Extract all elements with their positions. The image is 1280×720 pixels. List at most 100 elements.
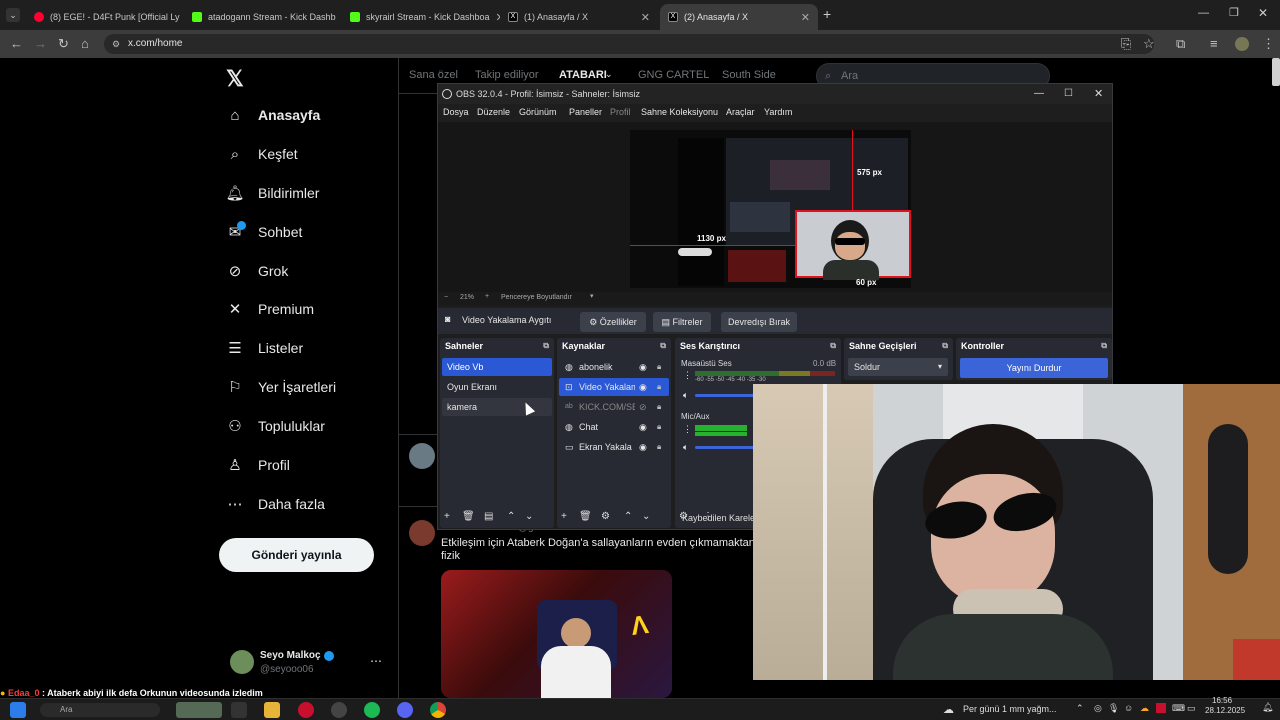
nav-item-home[interactable]: ⌂ Anasayfa xyxy=(226,106,320,124)
dock-undock-icon[interactable]: ⧉ xyxy=(942,341,948,351)
visibility-eye-icon[interactable]: ◉ xyxy=(639,438,647,456)
browser-tab-1[interactable]: (8) EGE! - D4Ft Punk [Official Ly ✕ xyxy=(26,4,184,30)
menu-tools[interactable]: Araçlar xyxy=(726,107,755,117)
taskbar-search[interactable]: Ara xyxy=(40,703,160,717)
close-tab-icon[interactable]: ✕ xyxy=(641,11,650,24)
install-app-icon[interactable]: ⎘ xyxy=(1121,36,1131,52)
stop-streaming-button[interactable]: Yayını Durdur xyxy=(960,358,1108,378)
scene-filters-icon[interactable]: ▤ xyxy=(484,511,493,522)
post-button[interactable]: Gönderi yayınla xyxy=(219,538,374,572)
microphone-icon[interactable]: 🎙︎ xyxy=(1108,703,1119,714)
system-tray-chevron-icon[interactable]: ⌃ xyxy=(1076,703,1084,714)
source-item[interactable]: ◍ abonelik ◉ 🔒︎ xyxy=(559,358,669,376)
browser-tab-5-active[interactable]: X (2) Anasayfa / X ✕ xyxy=(660,4,818,30)
feed-tab-list[interactable]: GNG CARTEL xyxy=(638,69,709,81)
move-up-icon[interactable]: ⌃ xyxy=(507,511,515,522)
visibility-eye-icon[interactable]: ◉ xyxy=(639,358,647,376)
nav-item-profile[interactable]: ♙ Profil xyxy=(226,456,290,474)
dock-undock-icon[interactable]: ⧉ xyxy=(830,341,836,351)
site-info-icon[interactable]: ⚙ xyxy=(112,34,120,54)
source-item[interactable]: ▭ Ekran Yakala ◉ 🔒︎ xyxy=(559,438,669,456)
media-control-icon[interactable]: ≡ xyxy=(1210,36,1218,51)
dock-undock-icon[interactable]: ⧉ xyxy=(1101,341,1107,351)
lock-icon[interactable]: 🔒︎ xyxy=(657,438,661,456)
menu-edit[interactable]: Düzenle xyxy=(477,107,510,117)
opera-gx-icon[interactable] xyxy=(298,702,314,718)
feed-tab-for-you[interactable]: Sana özel xyxy=(409,69,458,81)
visibility-eye-icon[interactable]: ◉ xyxy=(639,378,647,396)
nav-item-notifications[interactable]: 🔔︎ Bildirimler xyxy=(225,184,319,202)
visibility-hidden-icon[interactable]: ⊘ xyxy=(639,398,647,416)
lock-icon[interactable]: 🔒︎ xyxy=(657,398,661,416)
nav-item-more[interactable]: ⋯ Daha fazla xyxy=(226,495,325,513)
remove-source-icon[interactable]: 🗑︎ xyxy=(579,511,592,522)
clock-date[interactable]: 28.12.2025 xyxy=(1205,706,1245,715)
channel-menu-kebab-icon[interactable]: ⋮ xyxy=(683,424,692,435)
add-source-icon[interactable]: + xyxy=(561,511,567,522)
minimize-window-button[interactable]: — xyxy=(1198,7,1209,19)
menu-file[interactable]: Dosya xyxy=(443,107,469,117)
post-media-image[interactable]: Ʌ xyxy=(441,570,672,698)
move-down-icon[interactable]: ⌄ xyxy=(525,511,533,522)
scene-item[interactable]: Video Vb xyxy=(442,358,552,376)
cloud-tray-icon[interactable]: ☁ xyxy=(1140,703,1149,714)
speaker-icon[interactable]: 🔈︎ xyxy=(683,442,688,453)
nav-item-lists[interactable]: ☰ Listeler xyxy=(226,339,303,357)
profile-avatar-icon[interactable] xyxy=(1235,37,1249,51)
source-item-hidden[interactable]: ab KICK.COM/SE ⊘ 🔒︎ xyxy=(559,398,669,416)
browser-tab-2[interactable]: atadogann Stream - Kick Dashb ✕ xyxy=(184,4,342,30)
discord-icon[interactable] xyxy=(397,702,413,718)
obs-maximize-button[interactable]: ☐ xyxy=(1064,84,1073,104)
bookmark-star-icon[interactable]: ☆ xyxy=(1143,36,1155,52)
source-item[interactable]: ◍ Chat ◉ 🔒︎ xyxy=(559,418,669,436)
dock-undock-icon[interactable]: ⧉ xyxy=(660,341,666,351)
lock-icon[interactable]: 🔒︎ xyxy=(657,358,661,376)
zoom-dropdown-icon[interactable]: ▾ xyxy=(590,292,594,300)
weather-text[interactable]: Per günü 1 mm yağm... xyxy=(963,704,1057,714)
speaker-icon[interactable]: 🔈︎ xyxy=(683,390,688,401)
menu-help[interactable]: Yardım xyxy=(764,107,792,117)
reload-icon[interactable]: ↻ xyxy=(58,36,69,52)
transition-select[interactable]: Soldur ▾ xyxy=(848,358,948,376)
visibility-eye-icon[interactable]: ◉ xyxy=(639,418,647,436)
x-logo-icon[interactable]: 𝕏 xyxy=(226,66,244,92)
lock-icon[interactable]: 🔒︎ xyxy=(657,378,661,396)
zoom-in-button[interactable]: + xyxy=(485,293,489,300)
account-menu-icon[interactable]: ⋯ xyxy=(370,654,382,668)
obs-taskbar-icon[interactable] xyxy=(331,702,347,718)
close-tab-icon[interactable]: ✕ xyxy=(801,11,810,24)
nav-item-explore[interactable]: ⌕ Keşfet xyxy=(226,145,298,163)
menu-kebab-icon[interactable]: ⋮ xyxy=(1262,36,1275,52)
forward-arrow-icon[interactable]: → xyxy=(34,36,47,51)
remove-scene-icon[interactable]: 🗑︎ xyxy=(462,511,475,522)
extensions-icon[interactable]: ⧉ xyxy=(1176,36,1185,52)
obs-preview-area[interactable]: 575 px 1130 px 60 px xyxy=(438,122,1112,292)
close-window-button[interactable]: ✕ xyxy=(1258,6,1268,20)
preview-canvas[interactable]: 575 px 1130 px 60 px xyxy=(630,130,911,288)
lock-icon[interactable]: 🔒︎ xyxy=(657,418,661,436)
zoom-out-button[interactable]: − xyxy=(444,294,448,301)
taskbar-widget-image[interactable] xyxy=(176,702,222,718)
spotify-icon[interactable] xyxy=(364,702,380,718)
discord-tray-icon[interactable]: ☺ xyxy=(1124,703,1133,713)
new-tab-button[interactable]: + xyxy=(823,6,831,22)
start-windows-icon[interactable] xyxy=(10,702,26,718)
move-down-icon[interactable]: ⌄ xyxy=(642,511,650,522)
channel-menu-kebab-icon[interactable]: ⋮ xyxy=(683,370,692,381)
network-icon[interactable]: ⌨ xyxy=(1172,703,1185,714)
nav-item-grok[interactable]: ⊘ Grok xyxy=(226,262,289,280)
menu-profile[interactable]: Profil xyxy=(610,107,631,117)
camera-source-bounding-box[interactable] xyxy=(795,210,911,280)
obs-minimize-button[interactable]: — xyxy=(1034,84,1044,104)
steam-icon[interactable]: ◎ xyxy=(1094,703,1102,714)
task-view-icon[interactable] xyxy=(231,702,247,718)
menu-docks[interactable]: Paneller xyxy=(569,107,602,117)
nav-item-communities[interactable]: ⚇ Topluluklar xyxy=(226,417,325,435)
notifications-bell-icon[interactable]: 🔔︎ xyxy=(1262,702,1273,713)
feed-tab-following[interactable]: Takip ediliyor xyxy=(475,69,539,81)
clock-time[interactable]: 16:56 xyxy=(1212,696,1232,705)
nav-item-premium[interactable]: ✕ Premium xyxy=(226,300,314,318)
feed-tab-list-active[interactable]: ATABARI xyxy=(559,69,607,81)
browser-tab-3[interactable]: skyrairl Stream - Kick Dashboa ✕ xyxy=(342,4,500,30)
chrome-icon[interactable] xyxy=(430,702,446,718)
